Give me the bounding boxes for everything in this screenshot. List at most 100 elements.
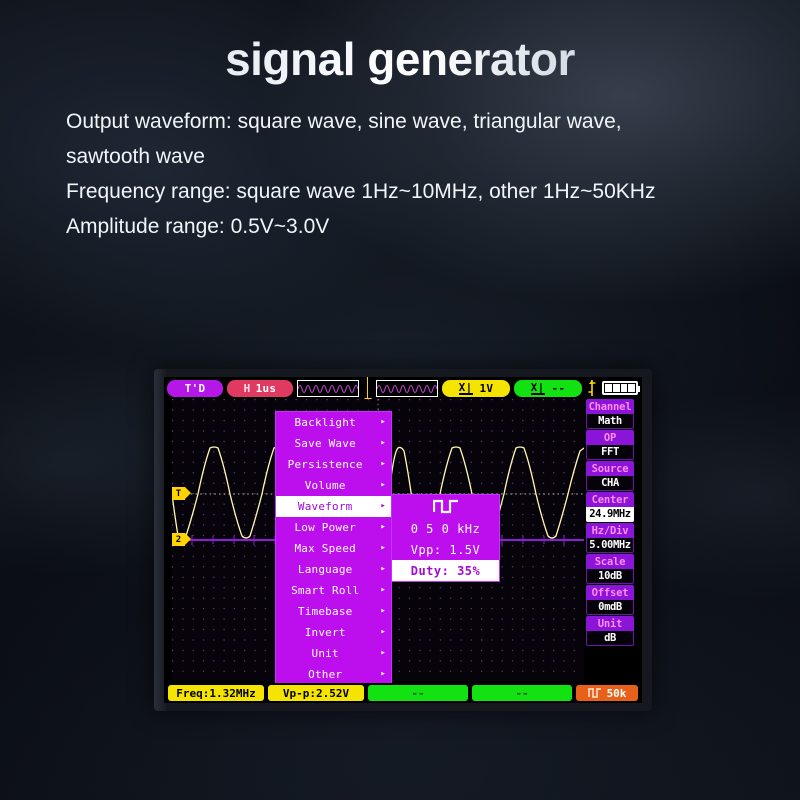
menu-item-label: Other [308,668,343,681]
hold-label: H [243,381,251,395]
chevron-right-icon: ▸ [380,543,386,553]
menu-item-label: Persistence [287,458,363,471]
sidebar-label: Source [586,461,634,476]
sidebar-group-channel[interactable]: Channel Math [586,399,634,429]
timebase-badge[interactable]: H 1us [227,379,293,397]
channel-2-badge[interactable]: X| -- [514,379,582,397]
vpp-readout[interactable]: Vp-p:2.52V [268,685,364,701]
sidebar-group-hz-div[interactable]: Hz/Div 5.00MHz [586,523,634,553]
trigger-level-marker[interactable]: T [172,487,191,500]
channel-2-icon: X| [530,380,545,395]
submenu-duty[interactable]: Duty: 35% [392,560,499,581]
sidebar-value[interactable]: FFT [586,445,634,460]
sidebar-value[interactable]: dB [586,631,634,646]
sidebar-label: Offset [586,585,634,600]
sidebar-group-unit[interactable]: Unit dB [586,616,634,646]
channel-1-value: 1V [479,381,494,395]
sidebar-label: Center [586,492,634,507]
channel-2-value: -- [551,381,566,395]
menu-item-smart-roll[interactable]: Smart Roll ▸ [276,580,391,601]
submenu-frequency[interactable]: 0 5 0 kHz [392,518,499,539]
measure-slot-4[interactable]: -- [472,685,572,701]
menu-item-invert[interactable]: Invert ▸ [276,622,391,643]
measure-slot-3[interactable]: -- [368,685,468,701]
settings-menu[interactable]: Backlight ▸ Save Wave ▸ Persistence ▸ Volume ▸ W… [275,411,392,686]
timebase-value: 1us [255,381,277,395]
signal-generator-badge[interactable]: 50k [576,685,638,701]
chevron-right-icon: ▸ [380,522,386,532]
top-status-bar: T'D H 1us X| 1V X| -- [164,376,642,403]
menu-item-max-speed[interactable]: Max Speed ▸ [276,538,391,559]
chevron-right-icon: ▸ [380,564,386,574]
chevron-right-icon: ▸ [380,459,386,469]
chevron-right-icon: ▸ [380,438,386,448]
measurement-sidebar[interactable]: Channel Math OP FFT Source CHA Center 24.9MHz Hz… [586,399,634,646]
square-wave-icon [587,688,602,698]
chevron-right-icon: ▸ [380,480,386,490]
menu-item-label: Timebase [297,605,353,618]
menu-item-label: Max Speed [294,542,356,555]
channel-ground-marker[interactable]: 2 [172,533,191,546]
sidebar-group-scale[interactable]: Scale 10dB [586,554,634,584]
menu-item-waveform[interactable]: Waveform ▸ [276,496,391,517]
submenu-amplitude[interactable]: Vpp: 1.5V [392,539,499,560]
menu-item-label: Waveform [297,500,353,513]
battery-icon [602,381,640,395]
menu-item-label: Smart Roll [291,584,360,597]
generator-frequency: 50k [606,686,627,700]
waveform-submenu[interactable]: 0 5 0 kHz Vpp: 1.5V Duty: 35% [391,494,500,582]
channel-1-icon: X| [458,380,473,395]
chevron-right-icon: ▸ [380,585,386,595]
sidebar-group-center[interactable]: Center 24.9MHz [586,492,634,522]
menu-item-unit[interactable]: Unit ▸ [276,643,391,664]
spec-line-amplitude: Amplitude range: 0.5V~3.0V [66,215,330,238]
spec-list: Output waveform: square wave, sine wave,… [66,104,766,244]
chevron-right-icon: ▸ [380,501,386,511]
menu-item-other[interactable]: Other ▸ [276,664,391,685]
menu-item-language[interactable]: Language ▸ [276,559,391,580]
menu-item-low-power[interactable]: Low Power ▸ [276,517,391,538]
sine-wave-preview-right-icon[interactable] [376,379,438,397]
menu-item-label: Backlight [294,416,356,429]
sidebar-group-offset[interactable]: Offset 0mdB [586,585,634,615]
channel-1-badge[interactable]: X| 1V [442,379,510,397]
sidebar-label: Hz/Div [586,523,634,538]
sidebar-label: OP [586,430,634,445]
sidebar-label: Unit [586,616,634,631]
chevron-right-icon: ▸ [380,669,386,679]
square-wave-icon [392,495,499,518]
menu-item-volume[interactable]: Volume ▸ [276,475,391,496]
sine-wave-preview-left-icon[interactable] [297,379,359,397]
menu-item-label: Language [297,563,353,576]
spec-line-waveform: Output waveform: square wave, sine wave,… [66,110,622,168]
menu-item-save-wave[interactable]: Save Wave ▸ [276,433,391,454]
trigger-edge-icon [586,379,598,397]
page-title: signal generator [0,32,800,86]
chevron-right-icon: ▸ [380,417,386,427]
chevron-right-icon: ▸ [380,627,386,637]
menu-item-persistence[interactable]: Persistence ▸ [276,454,391,475]
sidebar-value[interactable]: CHA [586,476,634,491]
menu-item-label: Invert [304,626,346,639]
sidebar-value[interactable]: Math [586,414,634,429]
menu-item-label: Low Power [294,521,356,534]
sidebar-group-op[interactable]: OP FFT [586,430,634,460]
sidebar-label: Scale [586,554,634,569]
device-screen: T'D H 1us X| 1V X| -- T 2 Backlight ▸ Sa… [164,376,642,703]
sidebar-value[interactable]: 24.9MHz [586,507,634,522]
menu-item-timebase[interactable]: Timebase ▸ [276,601,391,622]
oscilloscope-device: T'D H 1us X| 1V X| -- T 2 Backlight ▸ Sa… [154,369,652,711]
menu-item-label: Volume [304,479,346,492]
chevron-right-icon: ▸ [380,606,386,616]
freq-readout[interactable]: Freq:1.32MHz [168,685,264,701]
sidebar-value[interactable]: 5.00MHz [586,538,634,553]
sidebar-label: Channel [586,399,634,414]
sidebar-group-source[interactable]: Source CHA [586,461,634,491]
sidebar-value[interactable]: 10dB [586,569,634,584]
spec-line-frequency: Frequency range: square wave 1Hz~10MHz, … [66,180,656,203]
chevron-right-icon: ▸ [380,648,386,658]
menu-item-backlight[interactable]: Backlight ▸ [276,412,391,433]
sidebar-value[interactable]: 0mdB [586,600,634,615]
bottom-status-bar: Freq:1.32MHz Vp-p:2.52V -- -- 50k [164,683,642,703]
trigger-status-badge[interactable]: T'D [167,379,223,397]
